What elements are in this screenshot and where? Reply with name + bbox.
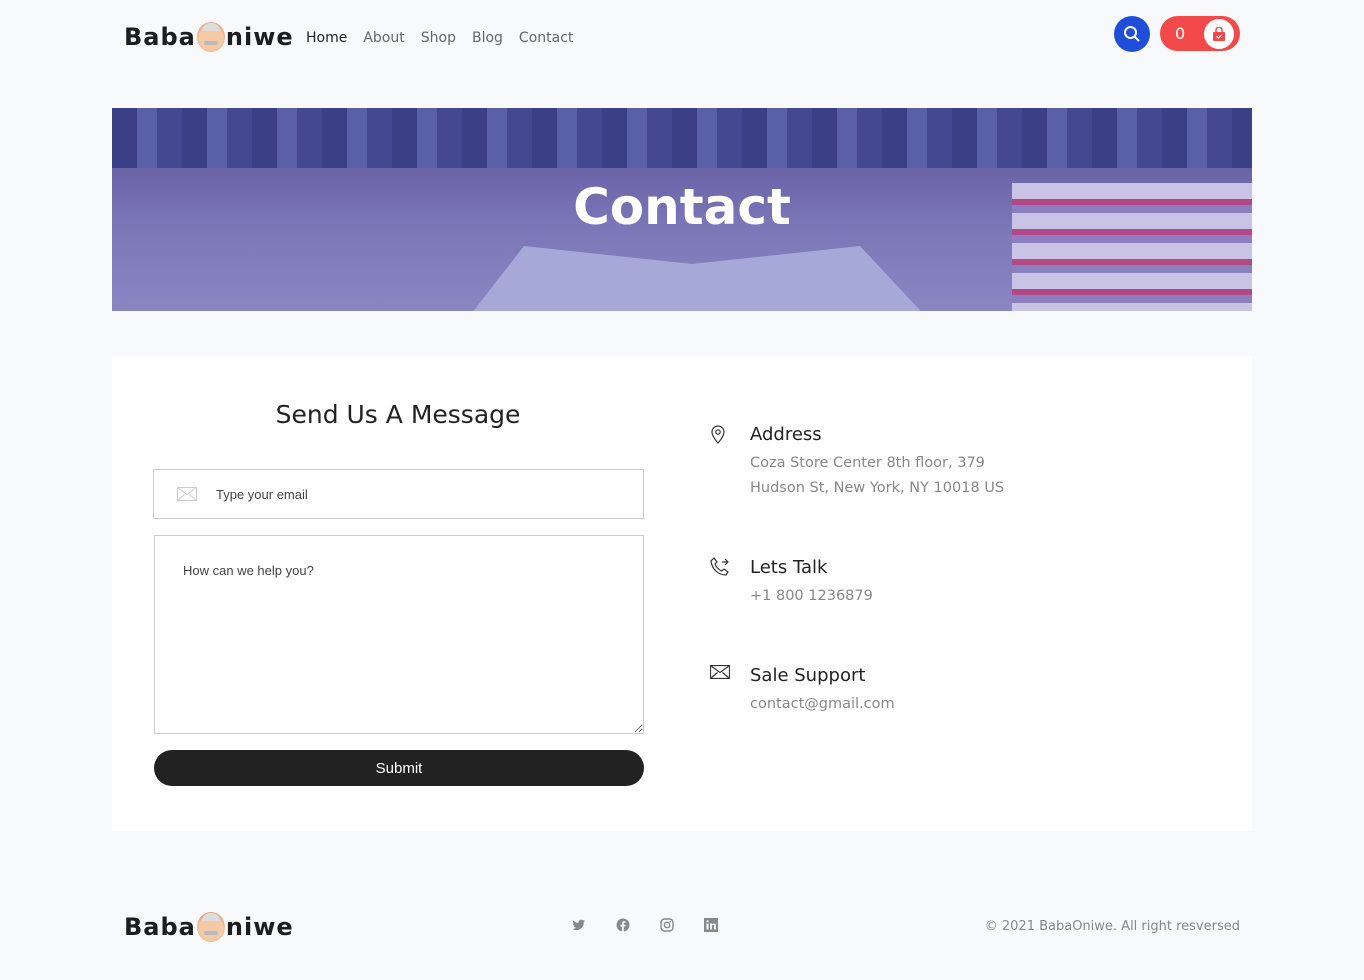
submit-button[interactable]: Submit — [154, 750, 644, 786]
twitter-icon[interactable] — [572, 918, 586, 932]
email-field-wrapper — [153, 469, 644, 519]
info-email: Sale Support contact@gmail.com — [710, 665, 895, 717]
nav-home[interactable]: Home — [306, 30, 347, 46]
envelope-icon — [710, 665, 730, 679]
facebook-icon[interactable] — [616, 918, 630, 932]
nav-shop[interactable]: Shop — [421, 30, 456, 46]
instagram-icon[interactable] — [660, 918, 674, 932]
nav-contact[interactable]: Contact — [519, 30, 573, 46]
contact-card: Send Us A Message Submit Address Coza St… — [112, 356, 1252, 831]
linkedin-icon[interactable] — [704, 918, 718, 932]
message-textarea[interactable] — [154, 535, 644, 734]
copyright: © 2021 BabaOniwe. All right resversed — [984, 919, 1240, 934]
email-input[interactable] — [216, 486, 616, 502]
search-icon — [1124, 26, 1140, 42]
shopping-bag-icon — [1213, 26, 1225, 41]
social-links — [572, 918, 718, 932]
info-address: Address Coza Store Center 8th floor, 379… — [710, 424, 1004, 501]
form-title: Send Us A Message — [275, 400, 521, 429]
map-pin-icon — [711, 425, 725, 444]
logo[interactable]: Baba niwe — [124, 22, 294, 52]
nav-about[interactable]: About — [363, 30, 404, 46]
search-button[interactable] — [1114, 16, 1150, 52]
phone-icon — [710, 557, 729, 576]
page-banner: Contact — [112, 108, 1252, 311]
banner-title: Contact — [573, 178, 791, 236]
cart-button[interactable]: 0 — [1160, 16, 1240, 51]
face-emoji-icon — [196, 22, 225, 52]
cart-count: 0 — [1175, 24, 1186, 43]
footer-logo[interactable]: Baba niwe — [124, 912, 294, 942]
main-nav: Home About Shop Blog Contact — [306, 30, 573, 46]
envelope-icon — [177, 487, 197, 501]
face-emoji-icon — [196, 912, 225, 942]
nav-blog[interactable]: Blog — [472, 30, 503, 46]
info-phone: Lets Talk +1 800 1236879 — [710, 557, 873, 609]
